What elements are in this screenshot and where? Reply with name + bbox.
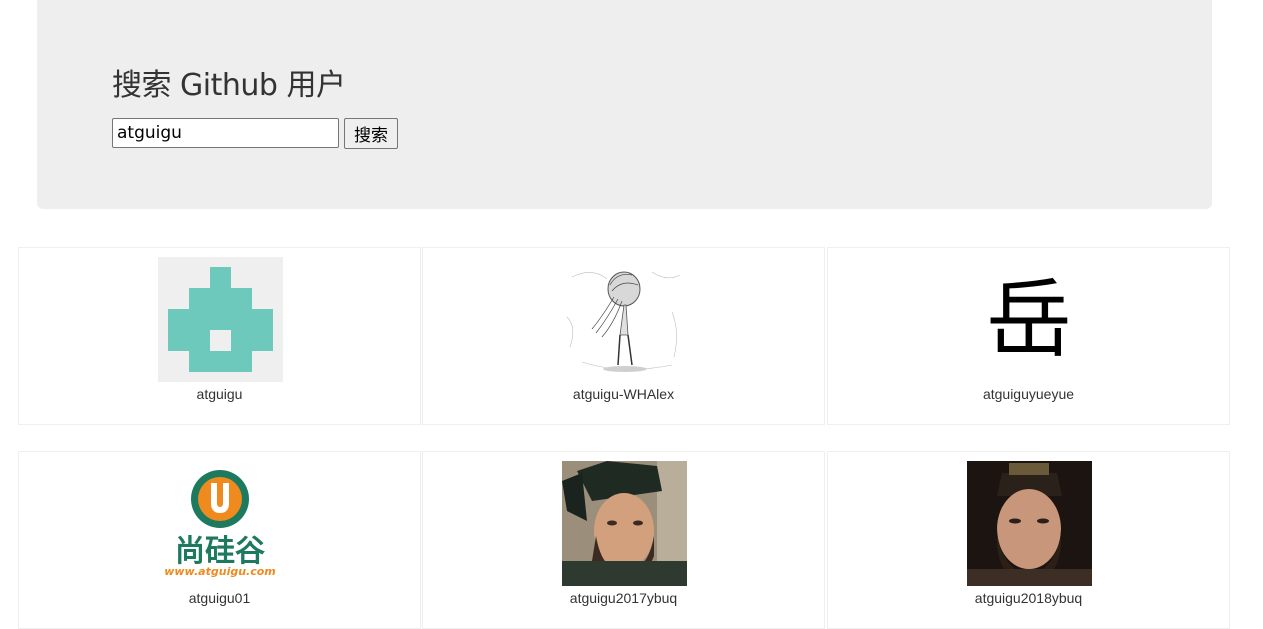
page-title: 搜索 Github 用户 <box>112 68 346 103</box>
search-panel: 搜索 Github 用户 搜索 <box>37 0 1212 209</box>
username: atguigu2018ybuq <box>974 590 1083 606</box>
user-card: 尚硅谷 www.atguigu.com atguigu01 <box>18 451 421 629</box>
sketch-girl-avatar-icon[interactable] <box>562 257 687 382</box>
atguigu-logo-avatar-icon[interactable]: 尚硅谷 www.atguigu.com <box>158 461 283 586</box>
username: atguigu-WHAlex <box>572 386 675 402</box>
username: atguiguyueyue <box>982 386 1075 402</box>
yue-character-avatar-icon[interactable]: 岳 <box>967 257 1092 382</box>
avatar-glyph: 岳 <box>986 270 1072 370</box>
search-button[interactable]: 搜索 <box>344 118 398 149</box>
portrait-photo-avatar-icon[interactable] <box>967 461 1092 586</box>
user-card: atguigu <box>18 247 421 425</box>
user-card: atguigu2018ybuq <box>827 451 1230 629</box>
logo-url: www.atguigu.com <box>164 565 276 578</box>
logo-text: 尚硅谷 <box>175 534 265 569</box>
username: atguigu2017ybuq <box>569 590 678 606</box>
user-card: atguigu2017ybuq <box>422 451 825 629</box>
search-input[interactable] <box>112 118 339 148</box>
user-card: 岳 atguiguyueyue <box>827 247 1230 425</box>
portrait-photo-avatar-icon[interactable] <box>562 461 687 586</box>
user-card: atguigu-WHAlex <box>422 247 825 425</box>
username: atguigu01 <box>188 590 251 606</box>
identicon-avatar-icon[interactable] <box>158 257 283 382</box>
username: atguigu <box>196 386 243 402</box>
